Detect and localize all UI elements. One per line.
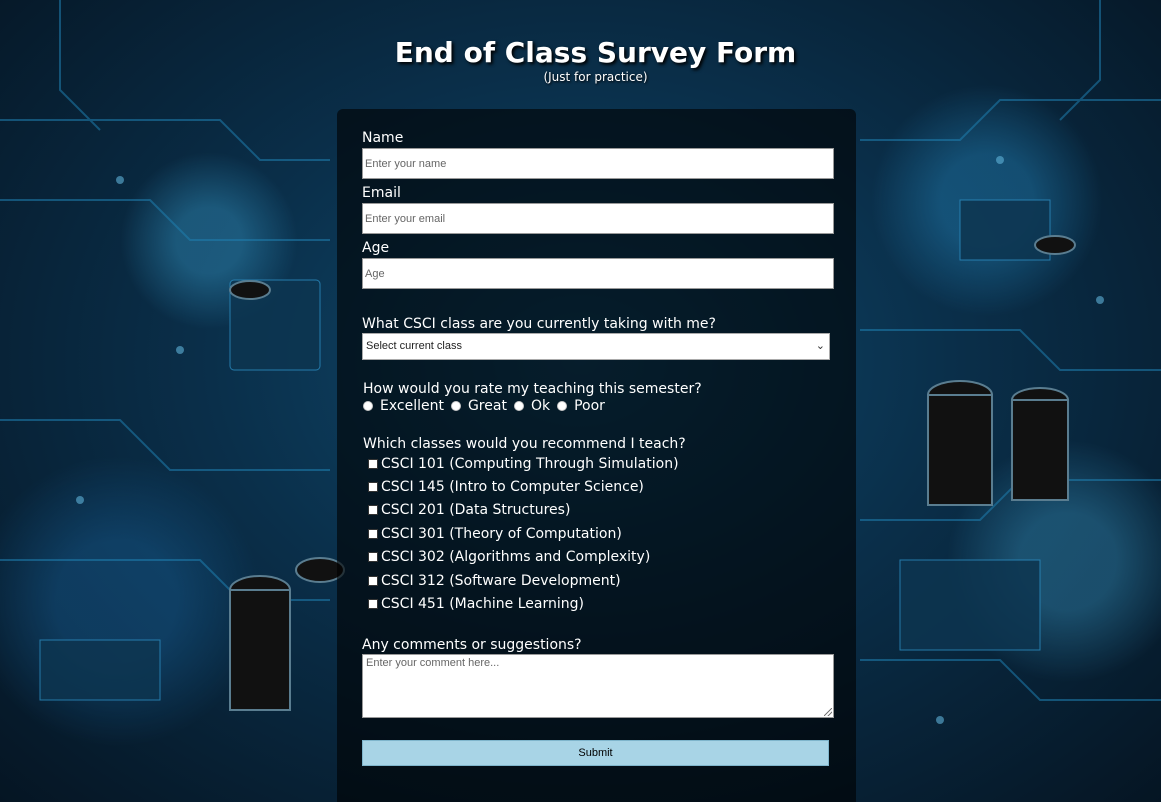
recommend-option-csci-201[interactable]: CSCI 201 (Data Structures): [368, 499, 679, 522]
recommend-option-label: CSCI 302 (Algorithms and Complexity): [381, 549, 651, 566]
checkbox[interactable]: [368, 528, 378, 539]
recommend-question: Which classes would you recommend I teac…: [363, 436, 686, 452]
recommend-option-csci-312[interactable]: CSCI 312 (Software Development): [368, 569, 679, 592]
checkbox[interactable]: [368, 575, 378, 586]
comments-label: Any comments or suggestions?: [362, 637, 582, 653]
recommend-option-csci-302[interactable]: CSCI 302 (Algorithms and Complexity): [368, 546, 679, 569]
recommend-option-csci-301[interactable]: CSCI 301 (Theory of Computation): [368, 522, 679, 545]
name-label: Name: [362, 130, 404, 146]
recommend-option-csci-451[interactable]: CSCI 451 (Machine Learning): [368, 592, 679, 615]
recommend-option-label: CSCI 301 (Theory of Computation): [381, 525, 622, 542]
checkbox[interactable]: [368, 599, 378, 610]
checkbox[interactable]: [368, 505, 378, 516]
current-class-select-value: Select current class: [366, 340, 462, 352]
rating-option-poor[interactable]: Poor: [557, 398, 605, 414]
radio-button[interactable]: [557, 401, 568, 411]
radio-button[interactable]: [363, 401, 373, 411]
email-input[interactable]: [362, 203, 834, 234]
age-label: Age: [362, 240, 390, 256]
rating-option-label: Ok: [530, 398, 551, 414]
comments-textarea[interactable]: Enter your comment here...: [362, 654, 834, 718]
name-input[interactable]: [362, 148, 834, 179]
submit-button[interactable]: Submit: [362, 740, 829, 766]
checkbox[interactable]: [368, 482, 378, 493]
comments-placeholder: Enter your comment here...: [366, 657, 500, 669]
radio-button[interactable]: [450, 401, 461, 411]
recommend-option-csci-101[interactable]: CSCI 101 (Computing Through Simulation): [368, 452, 679, 475]
rating-radio-group: Excellent Great Ok Poor: [363, 398, 612, 414]
rating-option-label: Great: [467, 398, 507, 414]
rating-option-ok[interactable]: Ok: [513, 398, 551, 414]
rating-question: How would you rate my teaching this seme…: [363, 381, 702, 397]
rating-option-excellent[interactable]: Excellent: [363, 398, 444, 414]
recommend-option-csci-145[interactable]: CSCI 145 (Intro to Computer Science): [368, 475, 679, 498]
recommend-option-label: CSCI 145 (Intro to Computer Science): [381, 479, 644, 496]
rating-option-label: Poor: [574, 398, 605, 414]
recommend-option-label: CSCI 201 (Data Structures): [381, 502, 571, 519]
page-subtitle: (Just for practice): [543, 70, 648, 84]
recommend-option-label: CSCI 312 (Software Development): [381, 572, 621, 589]
radio-button[interactable]: [513, 401, 524, 411]
checkbox[interactable]: [368, 552, 378, 563]
resize-handle-icon[interactable]: [824, 708, 832, 716]
class-select-label: What CSCI class are you currently taking…: [362, 316, 716, 332]
checkbox[interactable]: [368, 458, 378, 469]
rating-option-great[interactable]: Great: [450, 398, 507, 414]
page-title: End of Class Survey Form: [394, 36, 797, 69]
rating-option-label: Excellent: [380, 398, 444, 414]
chevron-down-icon: ⌄: [815, 340, 825, 352]
recommend-option-label: CSCI 451 (Machine Learning): [381, 596, 584, 613]
email-label: Email: [362, 185, 401, 201]
age-input[interactable]: [362, 258, 834, 289]
current-class-select[interactable]: Select current class ⌄: [362, 333, 830, 360]
recommend-checkbox-group: CSCI 101 (Computing Through Simulation) …: [368, 452, 679, 616]
survey-form: Name Email Age What CSCI class are you c…: [337, 109, 856, 802]
recommend-option-label: CSCI 101 (Computing Through Simulation): [381, 455, 679, 472]
